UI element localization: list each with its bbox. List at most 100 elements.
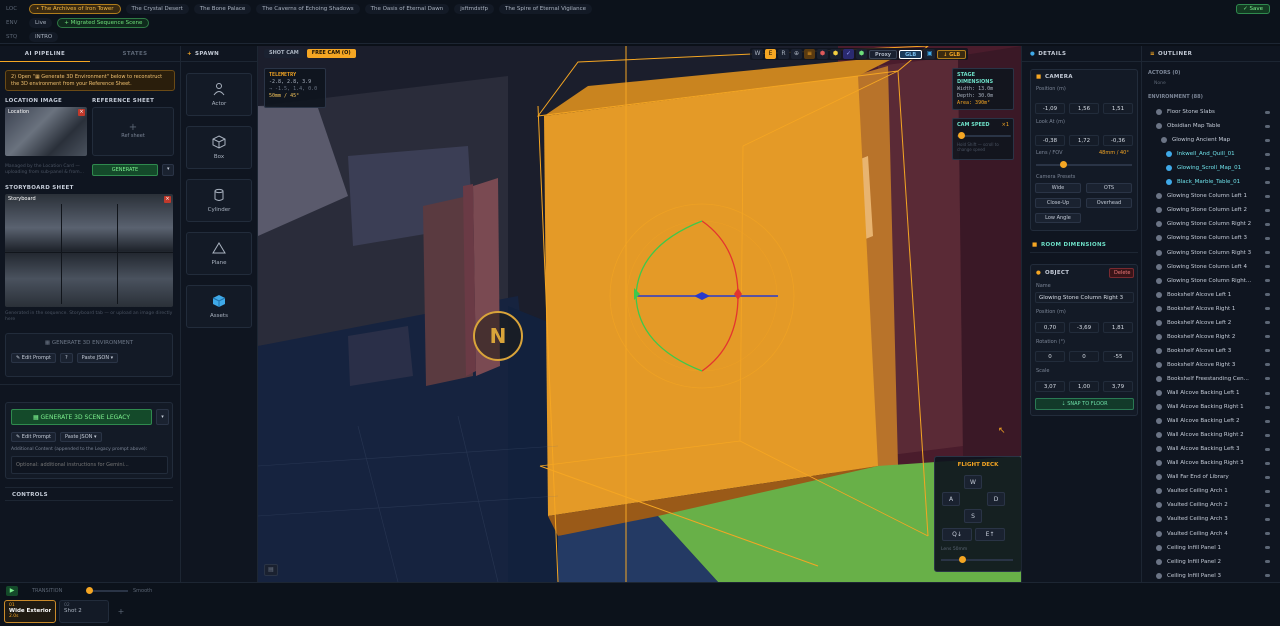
compass-north[interactable]: N [473,311,523,361]
visibility-eye-icon[interactable] [1265,138,1270,142]
outliner-item[interactable]: Glowing Ancient Map [1161,133,1276,147]
rotate-tool-button[interactable]: E [765,49,776,59]
location-image-thumb[interactable]: Location × [5,107,87,156]
remove-location-icon[interactable]: × [78,109,85,116]
delete-object-button[interactable]: Delete [1109,268,1134,278]
camera-look-z[interactable]: -0,36 [1103,135,1133,146]
camera-pos-x[interactable]: -1,09 [1035,103,1065,114]
generate-button[interactable]: GENERATE [92,164,158,176]
outliner-item[interactable]: Glowing Stone Column Right... [1156,274,1276,288]
lens-slider-track[interactable] [1036,164,1132,166]
tab-ai-pipeline[interactable]: AI PIPELINE [0,46,90,62]
visibility-eye-icon[interactable] [1265,194,1270,198]
legacy-edit-prompt-button[interactable]: ✎ Edit Prompt [11,432,56,442]
visibility-eye-icon[interactable] [1265,447,1270,451]
outliner-item[interactable]: Vaulted Ceiling Arch 1 [1156,484,1276,498]
visibility-eye-icon[interactable] [1265,180,1270,184]
cam-speed-slider[interactable] [957,131,1011,141]
preset-ots-button[interactable]: OTS [1086,183,1132,193]
outliner-item[interactable]: Bookshelf Alcove Right 3 [1156,358,1276,372]
environment-heading[interactable]: ENVIRONMENT (88) [1148,94,1203,100]
shot-card-1[interactable]: 01 Wide Exterior ... 2.0s [4,600,56,623]
visibility-eye-icon[interactable] [1265,377,1270,381]
legacy-generate-button[interactable]: ▦ GENERATE 3D SCENE LEGACY [11,409,152,425]
preset-wide-button[interactable]: Wide [1035,183,1081,193]
shot-cam-button[interactable]: SHOT CAM [264,49,304,58]
additional-instructions-input[interactable] [11,456,168,474]
download-glb-button[interactable]: ↓ GLB [937,49,967,59]
outliner-item[interactable]: Glowing Stone Column Right 2 [1156,217,1276,231]
save-button[interactable]: ✓ Save [1236,4,1270,14]
outliner-item[interactable]: Glowing_Scroll_Map_01 [1166,161,1276,175]
check-icon[interactable]: ✓ [843,49,854,59]
location-chip-jsft[interactable]: jsftmdstfp [454,4,494,14]
camera-pos-z[interactable]: 1,51 [1103,103,1133,114]
visibility-eye-icon[interactable] [1265,307,1270,311]
spawn-box[interactable]: Box [186,126,252,169]
outliner-item[interactable]: Bookshelf Alcove Left 1 [1156,288,1276,302]
outliner-item[interactable]: Glowing Stone Column Left 2 [1156,203,1276,217]
preset-closeup-button[interactable]: Close-Up [1035,198,1081,208]
glb-toggle-button[interactable]: GLB [899,49,923,59]
proxy-button[interactable]: Proxy [869,49,898,59]
outliner-item[interactable]: Vaulted Ceiling Arch 3 [1156,512,1276,526]
object-pos-z[interactable]: 1,81 [1103,322,1133,333]
location-chip-bone-palace[interactable]: The Bone Palace [193,4,252,14]
spawn-cylinder[interactable]: Cylinder [186,179,252,222]
object-pos-y[interactable]: -3,69 [1069,322,1099,333]
spawn-plane[interactable]: Plane [186,232,252,275]
outliner-item[interactable]: Bookshelf Freestanding Cen... [1156,372,1276,386]
remove-storyboard-icon[interactable]: × [164,196,171,203]
edit-prompt-button[interactable]: ✎ Edit Prompt [11,353,56,363]
outliner-item[interactable]: Glowing Stone Column Left 3 [1156,231,1276,245]
location-chip-spire[interactable]: The Spire of Eternal Vigilance [498,4,593,14]
object-scale-y[interactable]: 1,00 [1069,381,1099,392]
location-chip-oasis[interactable]: The Oasis of Eternal Dawn [364,4,450,14]
visibility-eye-icon[interactable] [1265,419,1270,423]
preset-lowangle-button[interactable]: Low Angle [1035,213,1081,223]
add-shot-button[interactable]: + [114,605,128,619]
reference-sheet-drop[interactable]: + Ref sheet [92,107,174,156]
env-chip-migrated[interactable]: + Migrated Sequence Scene [57,18,150,28]
outliner-item[interactable]: Bookshelf Alcove Left 3 [1156,344,1276,358]
outliner-item[interactable]: Glowing Stone Column Left 4 [1156,260,1276,274]
outliner-item[interactable]: Wall Far End of Library [1156,470,1276,484]
object-pos-x[interactable]: 0,70 [1035,322,1065,333]
snap-to-floor-button[interactable]: ⇣ SNAP TO FLOOR [1035,398,1134,410]
visibility-eye-icon[interactable] [1265,489,1270,493]
outliner-item[interactable]: Bookshelf Alcove Left 2 [1156,316,1276,330]
brush-icon[interactable]: ⬢ [856,49,867,59]
visibility-eye-icon[interactable] [1265,265,1270,269]
camera-look-y[interactable]: 1,72 [1069,135,1099,146]
visibility-eye-icon[interactable] [1265,166,1270,170]
visibility-eye-icon[interactable] [1265,503,1270,507]
play-icon[interactable]: ▶ [6,586,18,596]
outliner-item[interactable]: Ceiling Infill Panel 3 [1156,569,1276,583]
location-chip-archives[interactable]: • The Archives of Iron Tower [29,4,121,14]
env-chip-live[interactable]: Live [29,18,53,28]
generate-options-button[interactable]: ▾ [162,164,174,176]
visibility-eye-icon[interactable] [1265,349,1270,353]
spawn-actor[interactable]: Actor [186,73,252,116]
keyboard-icon[interactable]: ▤ [264,564,278,576]
outliner-item[interactable]: Ceiling Infill Panel 2 [1156,555,1276,569]
tab-states[interactable]: STATES [90,51,180,57]
visibility-eye-icon[interactable] [1265,574,1270,578]
grid-toggle-button[interactable]: ≡ [804,49,815,59]
lens-slider-thumb[interactable] [1060,161,1067,168]
outliner-item[interactable]: Ceiling Infill Panel 1 [1156,541,1276,555]
visibility-eye-icon[interactable] [1265,546,1270,550]
visibility-eye-icon[interactable] [1265,208,1270,212]
key-q-button[interactable]: Q↓ [942,528,972,541]
camera-pos-y[interactable]: 1,56 [1069,103,1099,114]
room-dimensions-section[interactable]: ■ ROOM DIMENSIONS [1030,239,1138,253]
visibility-eye-icon[interactable] [1265,124,1270,128]
flight-lens-track[interactable] [941,559,1013,561]
visibility-eye-icon[interactable] [1265,321,1270,325]
visibility-eye-icon[interactable] [1265,475,1270,479]
outliner-item[interactable]: Bookshelf Alcove Right 1 [1156,302,1276,316]
location-chip-caverns[interactable]: The Caverns of Echoing Shadows [256,4,360,14]
outliner-item[interactable]: Inkwell_And_Quill_01 [1166,147,1276,161]
outliner-item[interactable]: Vaulted Ceiling Arch 2 [1156,498,1276,512]
visibility-eye-icon[interactable] [1265,222,1270,226]
